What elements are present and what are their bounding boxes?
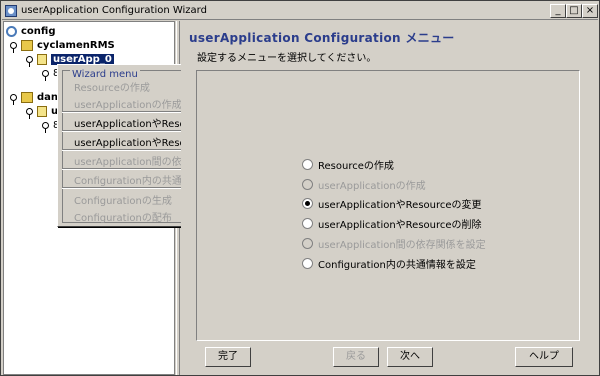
close-button[interactable]: × <box>582 4 598 18</box>
app-icon <box>5 5 17 17</box>
radio-selected-icon <box>302 197 313 209</box>
option-create-resource[interactable]: Resourceの作成 <box>302 157 394 172</box>
option-create-userapp: userApplicationの作成 <box>302 177 426 192</box>
tree-pin-icon <box>10 41 17 53</box>
config-icon <box>6 25 17 37</box>
tree-pin-icon <box>10 93 17 105</box>
option-label: Configuration内の共通情報を設定 <box>318 259 476 271</box>
userapp-icon <box>37 105 47 117</box>
folder-icon <box>21 39 33 51</box>
folder-icon <box>21 91 33 103</box>
wizard-window: userApplication Configuration Wizard _ □… <box>0 0 600 376</box>
tree-pin-icon <box>42 121 49 133</box>
menu-item-generate: Configurationの生成 <box>74 196 172 207</box>
tree-node-danc[interactable]: danc <box>10 90 64 105</box>
radio-icon <box>302 158 313 170</box>
tree-node-config[interactable]: config <box>6 24 56 38</box>
window-title: userApplication Configuration Wizard <box>21 5 207 16</box>
next-button[interactable]: 次へ <box>387 347 433 367</box>
option-label: userApplication間の依存関係を設定 <box>318 239 486 251</box>
option-label: userApplicationの作成 <box>318 180 426 192</box>
userapp-icon <box>37 53 47 65</box>
tree-pin-icon <box>42 69 49 81</box>
option-delete[interactable]: userApplicationやResourceの削除 <box>302 216 482 231</box>
tree-pin-icon <box>26 107 33 119</box>
tree-pin-icon <box>26 55 33 67</box>
option-dependency: userApplication間の依存関係を設定 <box>302 236 486 251</box>
minimize-button[interactable]: _ <box>550 4 566 18</box>
option-label: Resourceの作成 <box>318 160 394 172</box>
menu-item-distribute: Configurationの配布 <box>74 213 172 224</box>
page-title: userApplication Configuration メニュー <box>189 31 455 45</box>
radio-icon <box>302 217 313 229</box>
finish-button[interactable]: 完了 <box>205 347 251 367</box>
maximize-button[interactable]: □ <box>566 4 582 18</box>
tree-node-label: config <box>21 25 56 37</box>
option-modify[interactable]: userApplicationやResourceの変更 <box>302 196 482 211</box>
option-common-info[interactable]: Configuration内の共通情報を設定 <box>302 256 476 271</box>
option-label: userApplicationやResourceの変更 <box>318 199 482 211</box>
tree-node-label: userApp_0 <box>51 53 114 65</box>
tree-node-userapp2[interactable]: u <box>26 104 58 119</box>
back-button: 戻る <box>333 347 379 367</box>
tree-node-cyclamen[interactable]: cyclamenRMS <box>10 38 115 53</box>
radio-icon <box>302 237 313 249</box>
menu-item-create-resource: Resourceの作成 <box>74 83 150 94</box>
title-bar[interactable]: userApplication Configuration Wizard _ □… <box>2 2 598 20</box>
tree-node-label: cyclamenRMS <box>37 39 115 51</box>
radio-icon <box>302 178 313 190</box>
menu-item-create-userapp: userApplicationの作成 <box>74 100 182 111</box>
radio-icon <box>302 257 313 269</box>
option-label: userApplicationやResourceの削除 <box>318 219 482 231</box>
help-button[interactable]: ヘルプ <box>515 347 573 367</box>
instruction-text: 設定するメニューを選択してください。 <box>197 53 377 64</box>
